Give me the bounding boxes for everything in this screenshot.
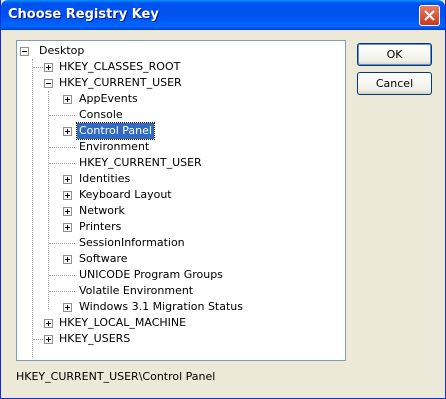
- tree-item-label: Environment: [79, 140, 150, 153]
- tree-item-label: HKEY_CURRENT_USER: [79, 156, 202, 169]
- title-bar[interactable]: Choose Registry Key: [1, 0, 445, 30]
- tree-line: [49, 291, 75, 292]
- ok-button[interactable]: OK: [357, 43, 432, 66]
- tree-line: [49, 275, 75, 276]
- tree-item-appevents[interactable]: AppEvents: [17, 91, 345, 107]
- expand-icon[interactable]: [44, 335, 53, 344]
- collapse-icon[interactable]: [44, 79, 53, 88]
- tree-item-sessioninformation[interactable]: SessionInformation: [17, 235, 345, 251]
- tree-item-label: Printers: [79, 220, 122, 233]
- expand-icon[interactable]: [63, 207, 72, 216]
- tree-item-hkey-classes-root[interactable]: HKEY_CLASSES_ROOT: [17, 59, 345, 75]
- expand-icon[interactable]: [63, 303, 72, 312]
- tree-item-environment[interactable]: Environment: [17, 139, 345, 155]
- selected-key-path: HKEY_CURRENT_USER\Control Panel: [16, 370, 216, 383]
- tree-item-label: Network: [79, 204, 125, 217]
- expand-icon[interactable]: [63, 191, 72, 200]
- tree-item-volatile-environment[interactable]: Volatile Environment: [17, 283, 345, 299]
- tree-item-keyboard-layout[interactable]: Keyboard Layout: [17, 187, 345, 203]
- cancel-button[interactable]: Cancel: [357, 72, 432, 95]
- expand-icon[interactable]: [63, 175, 72, 184]
- tree-item-label: Keyboard Layout: [79, 188, 172, 201]
- tree-item-label: HKEY_LOCAL_MACHINE: [59, 316, 187, 329]
- choose-registry-key-dialog: Choose Registry Key Desktop HKEY_CLASSES…: [0, 0, 446, 399]
- tree-item-desktop[interactable]: Desktop: [17, 43, 345, 59]
- tree-item-label: HKEY_USERS: [59, 332, 131, 345]
- tree-item-label: HKEY_CURRENT_USER: [59, 76, 182, 89]
- tree-item-control-panel[interactable]: Control Panel: [17, 122, 345, 140]
- tree-item-hkey-local-machine[interactable]: HKEY_LOCAL_MACHINE: [17, 315, 345, 331]
- expand-icon[interactable]: [63, 95, 72, 104]
- tree-item-label: Volatile Environment: [79, 284, 194, 297]
- tree-item-label-selected: Control Panel: [76, 122, 155, 140]
- close-button[interactable]: [419, 5, 440, 26]
- expand-icon[interactable]: [44, 63, 53, 72]
- dialog-title: Choose Registry Key: [8, 7, 159, 22]
- expand-icon[interactable]: [63, 127, 72, 136]
- expand-icon[interactable]: [63, 255, 72, 264]
- tree-line: [49, 115, 75, 116]
- tree-item-label: Console: [79, 108, 123, 121]
- tree-line: [49, 147, 75, 148]
- tree-item-label: Identities: [79, 172, 131, 185]
- tree-item-label: AppEvents: [79, 92, 138, 105]
- tree-line: [49, 163, 75, 164]
- collapse-icon[interactable]: [20, 47, 29, 56]
- tree-item-windows-migration-status[interactable]: Windows 3.1 Migration Status: [17, 299, 345, 315]
- tree-item-label: HKEY_CLASSES_ROOT: [59, 60, 181, 73]
- tree-item-label: SessionInformation: [79, 236, 185, 249]
- tree-line: [49, 243, 75, 244]
- tree-line: [33, 67, 43, 68]
- registry-tree[interactable]: Desktop HKEY_CLASSES_ROOT HKEY_CURRENT_U…: [16, 40, 346, 361]
- tree-item-hkey-current-user-child[interactable]: HKEY_CURRENT_USER: [17, 155, 345, 171]
- tree-item-label: Software: [79, 252, 128, 265]
- tree-item-network[interactable]: Network: [17, 203, 345, 219]
- tree-item-hkey-users[interactable]: HKEY_USERS: [17, 331, 345, 347]
- tree-item-console[interactable]: Console: [17, 107, 345, 123]
- close-icon: [424, 10, 435, 21]
- tree-line: [33, 339, 43, 340]
- tree-item-printers[interactable]: Printers: [17, 219, 345, 235]
- tree-item-label: Windows 3.1 Migration Status: [79, 300, 244, 313]
- tree-item-label: UNICODE Program Groups: [79, 268, 223, 281]
- expand-icon[interactable]: [44, 319, 53, 328]
- expand-icon[interactable]: [63, 223, 72, 232]
- tree-item-software[interactable]: Software: [17, 251, 345, 267]
- tree-item-label: Desktop: [39, 44, 85, 57]
- tree-item-identities[interactable]: Identities: [17, 171, 345, 187]
- tree-item-unicode-program-groups[interactable]: UNICODE Program Groups: [17, 267, 345, 283]
- tree-item-hkey-current-user[interactable]: HKEY_CURRENT_USER: [17, 75, 345, 91]
